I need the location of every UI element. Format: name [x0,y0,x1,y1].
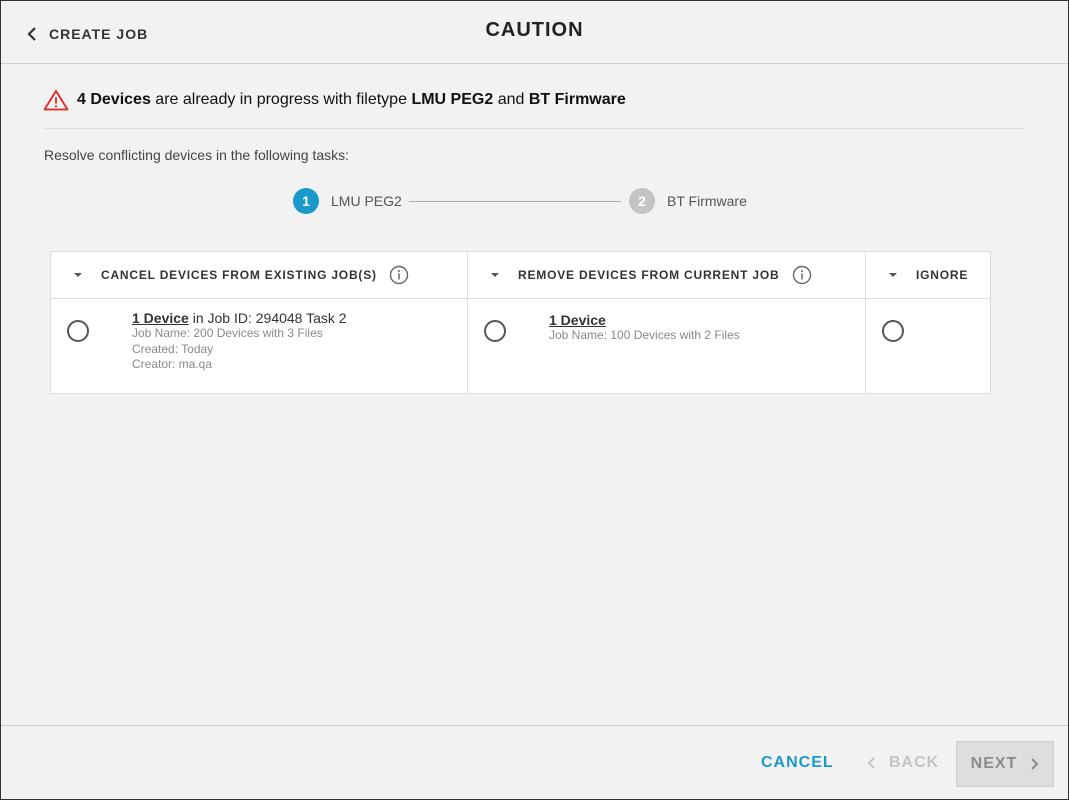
warning-and: and [497,91,525,108]
caret-down-icon [491,273,499,277]
device-count: 4 Devices [77,91,151,108]
job-entry: 1 Device in Job ID: 294048 Task 2 Job Na… [132,310,347,373]
column-body: 1 Device in Job ID: 294048 Task 2 Job Na… [51,299,467,393]
info-icon[interactable] [792,265,812,285]
created-date: Created: Today [132,341,214,356]
entry-title: 1 Device [549,312,740,328]
divider [44,128,1024,129]
job-name: Job Name: 200 Devices with 3 Files [132,326,323,340]
warning-text: are already in progress with filetype [155,91,407,108]
column-header-label: REMOVE DEVICES FROM CURRENT JOB [518,268,780,282]
column-header[interactable]: CANCEL DEVICES FROM EXISTING JOB(S) [51,252,467,299]
caret-down-icon [74,273,82,277]
dialog-footer: CANCEL BACK NEXT [1,725,1068,799]
stepper-connector [409,201,621,202]
column-header-label: IGNORE [916,268,969,282]
column-header[interactable]: IGNORE [866,252,990,299]
resolve-instructions: Resolve conflicting devices in the follo… [44,147,350,163]
step-number: 1 [293,188,319,214]
entry-title: 1 Device in Job ID: 294048 Task 2 [132,310,347,326]
caution-dialog: CREATE JOB CAUTION 4 Devices are already… [0,0,1069,800]
cancel-radio[interactable] [67,320,89,342]
conflict-warning: 4 Devices are already in progress with f… [43,89,626,111]
back-button[interactable]: BACK [867,754,939,772]
step-label: BT Firmware [667,193,747,209]
column-body: 1 Device Job Name: 100 Devices with 2 Fi… [468,299,865,393]
remove-radio[interactable] [484,320,506,342]
step-2: 2 BT Firmware [629,188,747,214]
column-header-label: CANCEL DEVICES FROM EXISTING JOB(S) [101,268,377,282]
column-header[interactable]: REMOVE DEVICES FROM CURRENT JOB [468,252,865,299]
info-icon[interactable] [389,265,409,285]
back-button-label: BACK [889,754,940,771]
page-title: CAUTION [485,19,584,41]
creator: Creator: ma.qa [132,357,213,371]
chevron-left-icon [867,757,875,769]
column-body [866,299,990,393]
next-button-label: NEXT [970,755,1018,772]
step-1: 1 LMU PEG2 [293,188,402,214]
job-name: Job Name: 100 Devices with 2 Files [549,328,740,342]
step-number: 2 [629,188,655,214]
remove-column: REMOVE DEVICES FROM CURRENT JOB 1 Device… [467,252,865,393]
chevron-right-icon [1031,758,1039,770]
job-entry: 1 Device Job Name: 100 Devices with 2 Fi… [549,312,740,344]
cancel-column: CANCEL DEVICES FROM EXISTING JOB(S) 1 De… [51,252,467,393]
step-label: LMU PEG2 [331,193,402,209]
job-id-text: in Job ID: 294048 Task 2 [192,310,347,326]
ignore-column: IGNORE [865,252,990,393]
conflict-options-table: CANCEL DEVICES FROM EXISTING JOB(S) 1 De… [50,251,991,394]
warning-triangle-icon [43,90,69,111]
cancel-button[interactable]: CANCEL [761,754,834,772]
device-link[interactable]: 1 Device [549,312,606,328]
filetype-2: BT Firmware [528,91,626,108]
filetype-1: LMU PEG2 [411,91,494,108]
dialog-header: CREATE JOB CAUTION [1,1,1068,64]
caret-down-icon [889,273,897,277]
ignore-radio[interactable] [882,320,904,342]
device-link[interactable]: 1 Device [132,310,189,326]
next-button[interactable]: NEXT [956,741,1054,787]
